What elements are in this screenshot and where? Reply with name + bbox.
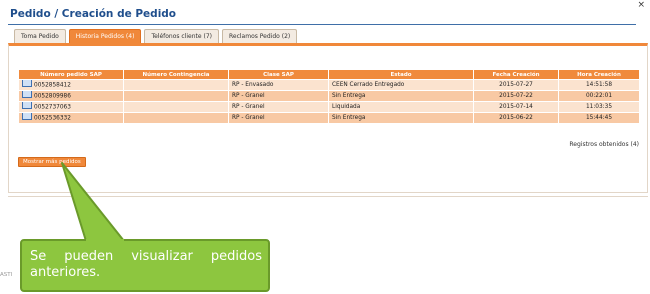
panel-bottom-border xyxy=(8,196,648,197)
cell-sap[interactable]: 0052858412 xyxy=(18,79,124,91)
column-header-clase[interactable]: Clase SAP xyxy=(228,69,329,80)
cell-clase: RP - Granel xyxy=(228,101,329,113)
cell-contingencia xyxy=(123,112,229,124)
show-more-orders-button[interactable]: Mostrar más pedidos xyxy=(18,157,86,167)
column-header-sap[interactable]: Número pedido SAP xyxy=(18,69,124,80)
document-icon[interactable] xyxy=(22,91,32,98)
table-header-row: Número pedido SAP Número Contingencia Cl… xyxy=(18,69,640,80)
cell-estado: Sin Entrega xyxy=(328,112,474,124)
cell-estado: Liquidada xyxy=(328,101,474,113)
records-count: Registros obtenidos (4) xyxy=(569,141,639,148)
table-row[interactable]: 0052737063 RP - Granel Liquidada 2015-07… xyxy=(18,101,640,113)
cell-sap[interactable]: 0052737063 xyxy=(18,101,124,113)
side-label: ASTI xyxy=(0,272,13,278)
cell-clase: RP - Envasado xyxy=(228,79,329,91)
cell-hora: 11:03:35 xyxy=(558,101,640,113)
tab-bar: Toma Pedido Historia Pedidos (4) Teléfon… xyxy=(14,29,298,44)
cell-contingencia xyxy=(123,79,229,91)
cell-sap[interactable]: 0052536332 xyxy=(18,112,124,124)
column-header-contingencia[interactable]: Número Contingencia xyxy=(123,69,229,80)
cell-contingencia xyxy=(123,90,229,102)
sap-number: 0052536332 xyxy=(34,115,71,122)
sap-number: 0052809986 xyxy=(34,93,71,100)
cell-fecha: 2015-06-22 xyxy=(473,112,559,124)
cell-hora: 00:22:01 xyxy=(558,90,640,102)
cell-fecha: 2015-07-14 xyxy=(473,101,559,113)
page-title: Pedido / Creación de Pedido xyxy=(10,8,177,20)
cell-clase: RP - Granel xyxy=(228,90,329,102)
table-row[interactable]: 0052858412 RP - Envasado CEEN Cerrado En… xyxy=(18,79,640,91)
column-header-estado[interactable]: Estado xyxy=(328,69,474,80)
callout-text: Se pueden visualizar pedidos anteriores. xyxy=(30,249,262,280)
orders-table: Número pedido SAP Número Contingencia Cl… xyxy=(18,69,640,124)
title-divider xyxy=(8,24,636,25)
column-header-hora[interactable]: Hora Creación xyxy=(558,69,640,80)
document-icon[interactable] xyxy=(22,102,32,109)
cell-hora: 14:51:58 xyxy=(558,79,640,91)
cell-sap[interactable]: 0052809986 xyxy=(18,90,124,102)
sap-number: 0052858412 xyxy=(34,82,71,89)
cell-estado: Sin Entrega xyxy=(328,90,474,102)
table-row[interactable]: 0052536332 RP - Granel Sin Entrega 2015-… xyxy=(18,112,640,124)
tab-telefonos-cliente[interactable]: Teléfonos cliente (7) xyxy=(144,29,219,44)
close-icon[interactable]: × xyxy=(637,0,645,10)
cell-fecha: 2015-07-22 xyxy=(473,90,559,102)
column-header-fecha[interactable]: Fecha Creación xyxy=(473,69,559,80)
cell-estado: CEEN Cerrado Entregado xyxy=(328,79,474,91)
tab-historia-pedidos[interactable]: Historia Pedidos (4) xyxy=(68,29,142,44)
sap-number: 0052737063 xyxy=(34,104,71,111)
cell-contingencia xyxy=(123,101,229,113)
tab-toma-pedido[interactable]: Toma Pedido xyxy=(14,29,66,44)
document-icon[interactable] xyxy=(22,113,32,120)
cell-clase: RP - Granel xyxy=(228,112,329,124)
tab-reclamos-pedido[interactable]: Reclamos Pedido (2) xyxy=(222,29,298,44)
cell-hora: 15:44:45 xyxy=(558,112,640,124)
table-row[interactable]: 0052809986 RP - Granel Sin Entrega 2015-… xyxy=(18,90,640,102)
document-icon[interactable] xyxy=(22,80,32,87)
cell-fecha: 2015-07-27 xyxy=(473,79,559,91)
